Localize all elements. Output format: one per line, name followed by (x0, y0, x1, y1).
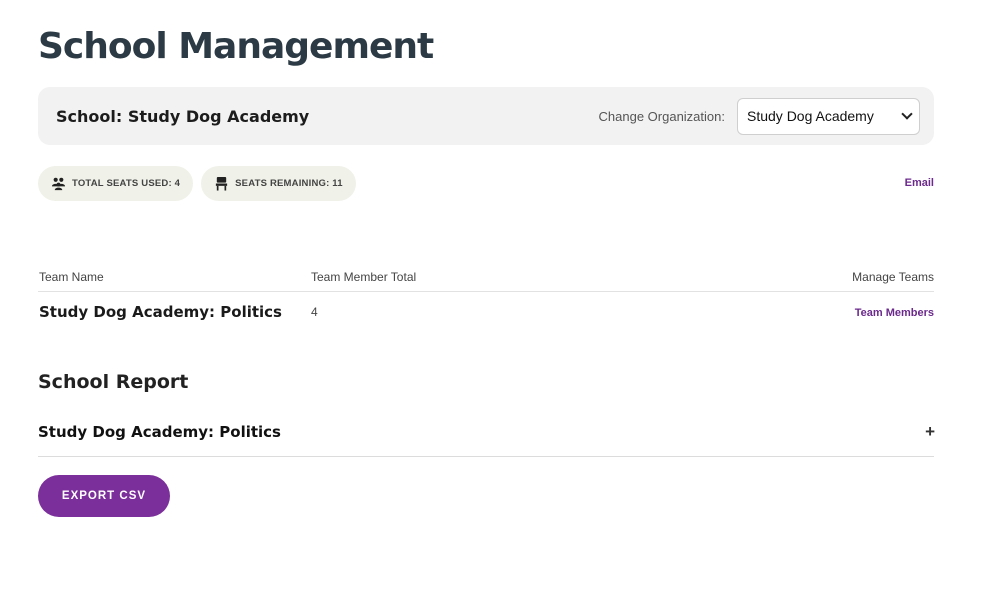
school-bar: School: Study Dog Academy Change Organiz… (38, 87, 934, 145)
team-name: Study Dog Academy: Politics (39, 303, 282, 321)
header-team-member-total: Team Member Total (311, 269, 417, 284)
header-manage-teams: Manage Teams (852, 269, 934, 284)
team-members-link[interactable]: Team Members (855, 307, 934, 319)
seat-badges: TOTAL SEATS USED: 4 SEATS REMAINING: 11 (38, 166, 356, 201)
change-organization-group: Change Organization: Study Dog Academy (598, 97, 920, 135)
report-item-name: Study Dog Academy: Politics (38, 423, 281, 441)
school-report-title: School Report (38, 371, 189, 393)
chevron-down-icon (901, 108, 913, 120)
table-row: Study Dog Academy: Politics 4 Team Membe… (38, 292, 934, 332)
seats-used-text: TOTAL SEATS USED: 4 (72, 178, 181, 189)
organization-select[interactable]: Study Dog Academy (737, 97, 920, 135)
seats-used-badge: TOTAL SEATS USED: 4 (38, 166, 194, 201)
school-name: School: Study Dog Academy (56, 106, 310, 126)
team-table-header: Team Name Team Member Total Manage Teams (38, 262, 934, 292)
header-team-name: Team Name (39, 269, 104, 284)
chair-icon (216, 176, 228, 191)
seats-remaining-badge: SEATS REMAINING: 11 (201, 166, 356, 201)
organization-select-value: Study Dog Academy (747, 108, 874, 124)
export-csv-button[interactable]: EXPORT CSV (38, 475, 170, 517)
team-table: Team Name Team Member Total Manage Teams… (38, 262, 934, 332)
page-title: School Management (38, 26, 434, 67)
team-member-total: 4 (311, 305, 318, 319)
seats-remaining-text: SEATS REMAINING: 11 (235, 178, 343, 189)
report-accordion-item[interactable]: Study Dog Academy: Politics + (38, 413, 935, 457)
group-users-icon (51, 177, 66, 191)
change-organization-label: Change Organization: (598, 108, 725, 124)
email-link[interactable]: Email (905, 177, 934, 189)
plus-icon[interactable]: + (925, 423, 935, 440)
